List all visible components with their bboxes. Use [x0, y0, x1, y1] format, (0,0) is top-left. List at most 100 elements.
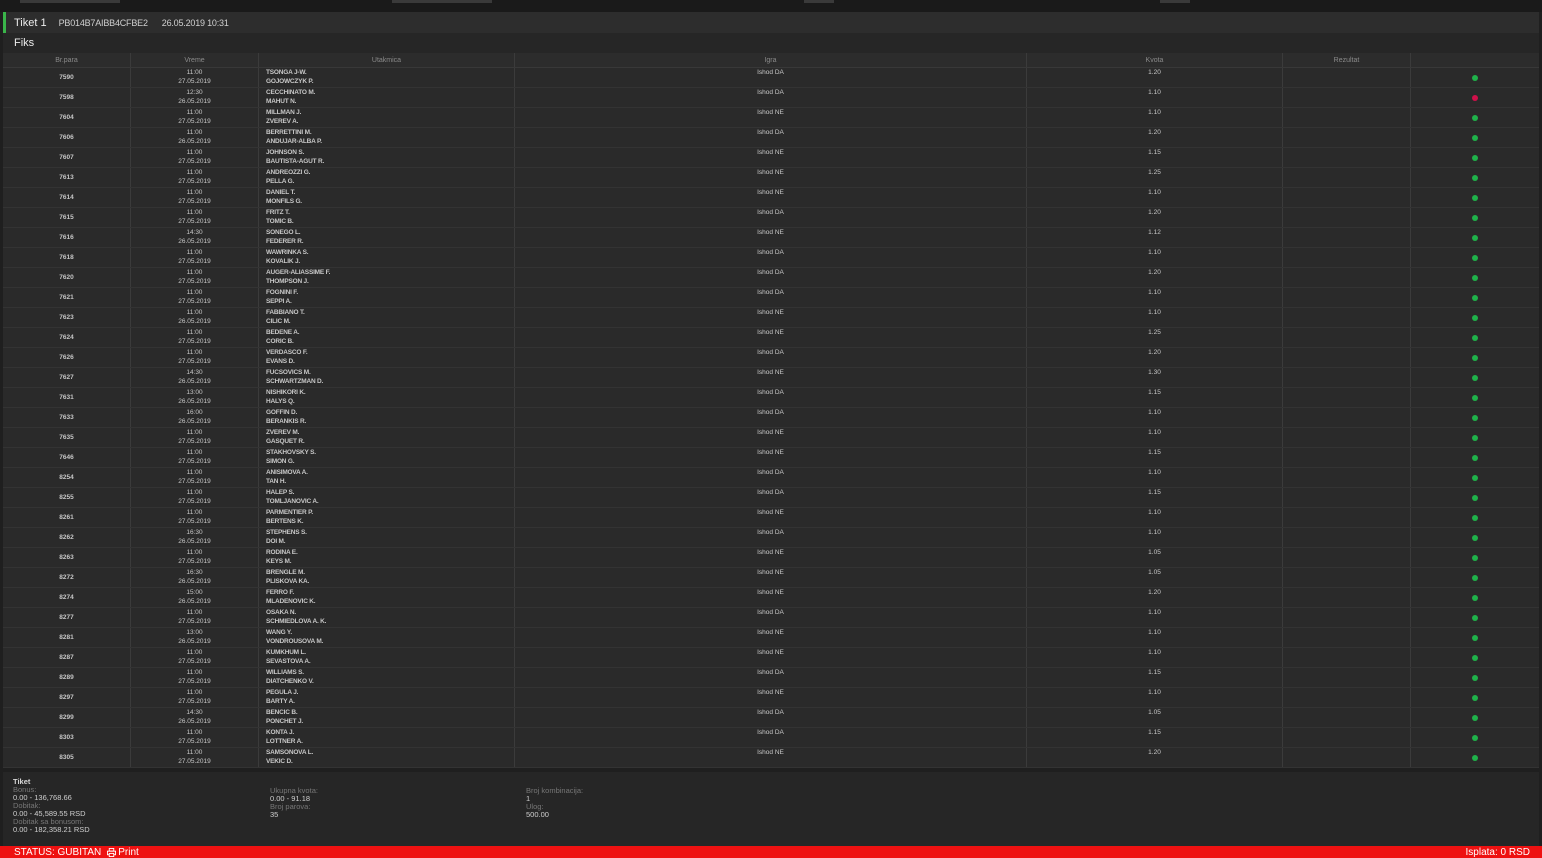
- match-date: 26.05.2019: [178, 417, 211, 425]
- table-row[interactable]: 8281 13:00 26.05.2019 WANG Y. VONDROUSOVA M.…: [3, 628, 1539, 648]
- col-header-utakmica: Utakmica: [259, 53, 515, 67]
- bet-odds: 1.15: [1027, 668, 1283, 687]
- result-status: [1411, 168, 1539, 187]
- match-hour: 11:00: [186, 549, 203, 556]
- match-hour: 11:00: [186, 309, 203, 316]
- table-row[interactable]: 8297 11:00 27.05.2019 PEGULA J. BARTY A. Isho…: [3, 688, 1539, 708]
- table-row[interactable]: 8287 11:00 27.05.2019 KUMKHUM L. SEVASTOVA A…: [3, 648, 1539, 668]
- printer-icon: [107, 847, 117, 857]
- pair-number: 8274: [3, 588, 131, 607]
- table-row[interactable]: 7635 11:00 27.05.2019 ZVEREV M. GASQUET R. Is…: [3, 428, 1539, 448]
- match-time: 11:00 27.05.2019: [131, 268, 259, 287]
- match-time: 11:00 27.05.2019: [131, 668, 259, 687]
- table-row[interactable]: 8255 11:00 27.05.2019 HALEP S. TOMLJANOVIC A…: [3, 488, 1539, 508]
- match-players: JOHNSON S. BAUTISTA-AGUT R.: [259, 148, 515, 167]
- table-row[interactable]: 8272 16:30 26.05.2019 BRENGLE M. PLISKOVA KA…: [3, 568, 1539, 588]
- bet-game: Ishod DA: [515, 348, 1027, 367]
- top-tab[interactable]: [804, 0, 834, 3]
- table-row[interactable]: 8263 11:00 27.05.2019 RODINA E. KEYS M. Ishod…: [3, 548, 1539, 568]
- pair-number: 7646: [3, 448, 131, 467]
- pair-number: 8287: [3, 648, 131, 667]
- result-status: [1411, 608, 1539, 627]
- match-hour: 11:00: [186, 449, 203, 456]
- player-home: MILLMAN J.: [266, 109, 302, 116]
- bet-odds: 1.15: [1027, 388, 1283, 407]
- top-tab[interactable]: [20, 0, 120, 3]
- table-row[interactable]: 7633 16:00 26.05.2019 GOFFIN D. BERANKIS R. I…: [3, 408, 1539, 428]
- col-header-br-para: Br.para: [3, 53, 131, 67]
- bet-game: Ishod NE: [515, 688, 1027, 707]
- match-hour: 14:30: [186, 229, 203, 236]
- top-tab[interactable]: [1160, 0, 1190, 3]
- table-row[interactable]: 8305 11:00 27.05.2019 SAMSONOVA L. VEKIC D. I…: [3, 748, 1539, 768]
- match-date: 27.05.2019: [178, 197, 211, 205]
- ulog-value: 500.00: [526, 810, 549, 819]
- match-hour: 11:00: [186, 209, 203, 216]
- table-row[interactable]: 8289 11:00 27.05.2019 WILLIAMS S. DIATCHENKO…: [3, 668, 1539, 688]
- player-away: DOI M.: [266, 537, 286, 545]
- bet-result: [1283, 648, 1411, 667]
- result-status: [1411, 628, 1539, 647]
- bet-game: Ishod DA: [515, 88, 1027, 107]
- table-row[interactable]: 7646 11:00 27.05.2019 STAKHOVSKY S. SIMON G.…: [3, 448, 1539, 468]
- bet-result: [1283, 148, 1411, 167]
- won-indicator-icon: [1472, 174, 1478, 181]
- match-date: 27.05.2019: [178, 177, 211, 185]
- table-row[interactable]: 7607 11:00 27.05.2019 JOHNSON S. BAUTISTA-AG…: [3, 148, 1539, 168]
- print-button[interactable]: Print: [107, 847, 139, 858]
- table-row[interactable]: 7613 11:00 27.05.2019 ANDREOZZI G. PELLA G. I…: [3, 168, 1539, 188]
- table-row[interactable]: 7631 13:00 26.05.2019 NISHIKORI K. HALYS Q. I…: [3, 388, 1539, 408]
- match-hour: 11:00: [186, 269, 203, 276]
- table-row[interactable]: 8262 16:30 26.05.2019 STEPHENS S. DOI M. Isho…: [3, 528, 1539, 548]
- bet-odds: 1.10: [1027, 508, 1283, 527]
- bet-game: Ishod NE: [515, 108, 1027, 127]
- player-home: DANIEL T.: [266, 189, 296, 196]
- match-time: 11:00 27.05.2019: [131, 428, 259, 447]
- match-time: 11:00 27.05.2019: [131, 288, 259, 307]
- table-row[interactable]: 7626 11:00 27.05.2019 VERDASCO F. EVANS D. Is…: [3, 348, 1539, 368]
- player-home: SONEGO L.: [266, 229, 301, 236]
- bet-game: Ishod DA: [515, 488, 1027, 507]
- player-away: KEYS M.: [266, 557, 292, 565]
- result-status: [1411, 648, 1539, 667]
- table-row[interactable]: 8299 14:30 26.05.2019 BENCIC B. PONCHET J. Is…: [3, 708, 1539, 728]
- table-row[interactable]: 7598 12:30 26.05.2019 CECCHINATO M. MAHUT N.…: [3, 88, 1539, 108]
- table-row[interactable]: 7620 11:00 27.05.2019 AUGER-ALIASSIME F. THO…: [3, 268, 1539, 288]
- bet-odds: 1.20: [1027, 128, 1283, 147]
- table-row[interactable]: 7616 14:30 26.05.2019 SONEGO L. FEDERER R. Is…: [3, 228, 1539, 248]
- table-row[interactable]: 7627 14:30 26.05.2019 FUCSOVICS M. SCHWARTZM…: [3, 368, 1539, 388]
- ticket-header[interactable]: Tiket 1 PB014B7AIBB4CFBE2 26.05.2019 10:…: [3, 12, 1539, 33]
- table-row[interactable]: 8303 11:00 27.05.2019 KONTA J. LOTTNER A. Ish…: [3, 728, 1539, 748]
- pair-number: 7604: [3, 108, 131, 127]
- top-tab[interactable]: [392, 0, 492, 3]
- table-row[interactable]: 7614 11:00 27.05.2019 DANIEL T. MONFILS G. Is…: [3, 188, 1539, 208]
- bet-game: Ishod DA: [515, 608, 1027, 627]
- bet-odds: 1.10: [1027, 248, 1283, 267]
- pair-number: 8299: [3, 708, 131, 727]
- table-row[interactable]: 7604 11:00 27.05.2019 MILLMAN J. ZVEREV A. Is…: [3, 108, 1539, 128]
- player-away: TOMLJANOVIC A.: [266, 497, 319, 505]
- bet-result: [1283, 368, 1411, 387]
- bet-game: Ishod NE: [515, 548, 1027, 567]
- player-away: MLADENOVIC K.: [266, 597, 316, 605]
- table-row[interactable]: 7615 11:00 27.05.2019 FRITZ T. TOMIC B. Ishod…: [3, 208, 1539, 228]
- table-row[interactable]: 8277 11:00 27.05.2019 OSAKA N. SCHMIEDLOVA A…: [3, 608, 1539, 628]
- bet-odds: 1.10: [1027, 468, 1283, 487]
- match-date: 26.05.2019: [178, 637, 211, 645]
- section-header: Fiks: [3, 33, 1539, 53]
- table-row[interactable]: 8261 11:00 27.05.2019 PARMENTIER P. BERTENS …: [3, 508, 1539, 528]
- table-row[interactable]: 7623 11:00 26.05.2019 FABBIANO T. CILIC M. Is…: [3, 308, 1539, 328]
- top-strip: [0, 0, 1542, 12]
- table-header: Br.para Vreme Utakmica Igra Kvota Rezult…: [3, 53, 1539, 68]
- table-row[interactable]: 8254 11:00 27.05.2019 ANISIMOVA A. TAN H. Ish…: [3, 468, 1539, 488]
- table-row[interactable]: 7621 11:00 27.05.2019 FOGNINI F. SEPPI A. Ish…: [3, 288, 1539, 308]
- bet-odds: 1.05: [1027, 548, 1283, 567]
- table-row[interactable]: 7624 11:00 27.05.2019 BEDENE A. CORIC B. Isho…: [3, 328, 1539, 348]
- table-row[interactable]: 7618 11:00 27.05.2019 WAWRINKA S. KOVALIK J.…: [3, 248, 1539, 268]
- match-players: BRENGLE M. PLISKOVA KA.: [259, 568, 515, 587]
- match-players: SAMSONOVA L. VEKIC D.: [259, 748, 515, 767]
- table-row[interactable]: 8274 15:00 26.05.2019 FERRO F. MLADENOVIC K.…: [3, 588, 1539, 608]
- table-row[interactable]: 7590 11:00 27.05.2019 TSONGA J-W. GOJOWCZYK …: [3, 68, 1539, 88]
- table-row[interactable]: 7606 11:00 26.05.2019 BERRETTINI M. ANDUJAR-…: [3, 128, 1539, 148]
- col-header-igra: Igra: [515, 53, 1027, 67]
